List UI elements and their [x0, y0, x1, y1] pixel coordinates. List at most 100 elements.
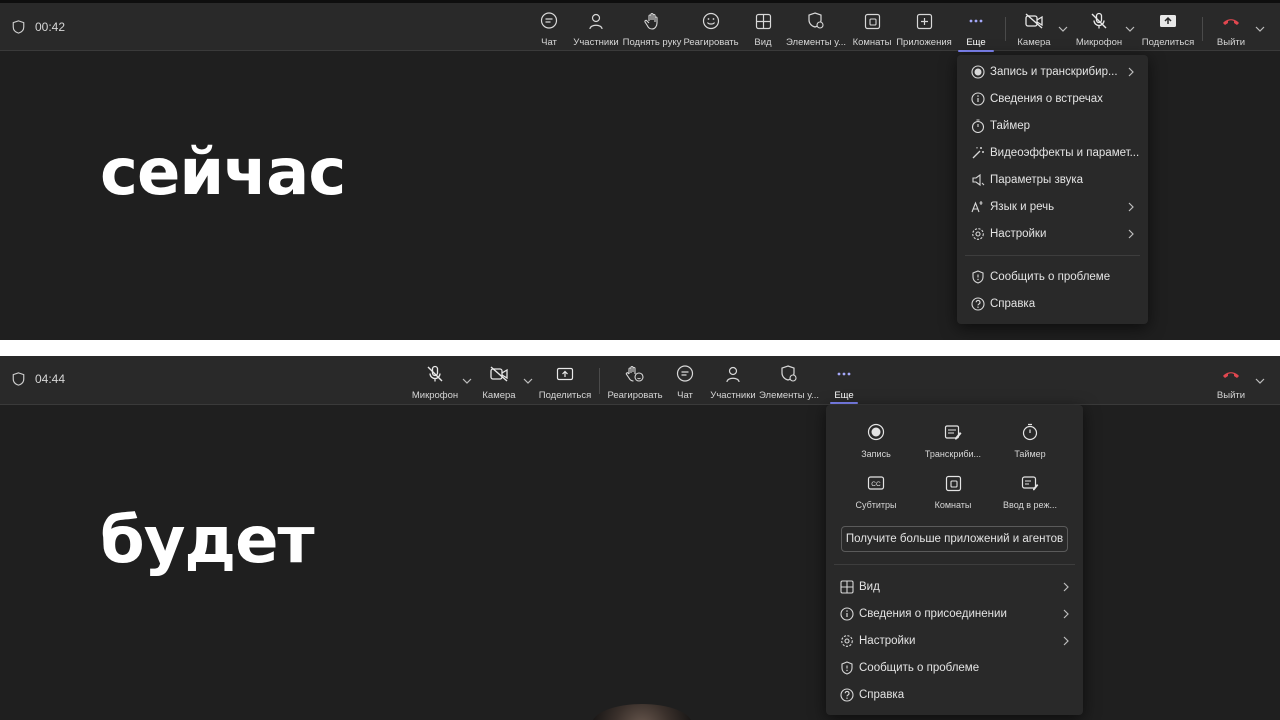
mic-off-icon: [1089, 11, 1109, 31]
shield-gear-icon: [806, 11, 826, 31]
menu-item-recording[interactable]: Запись и транскрибир...: [957, 58, 1148, 85]
menu-item-audio-settings[interactable]: Параметры звука: [957, 166, 1148, 193]
hand-smiley-icon: [625, 364, 645, 384]
grid-item-live-input[interactable]: Ввод в реж...: [990, 474, 1070, 510]
menu-item-report-problem[interactable]: Сообщить о проблеме: [826, 654, 1083, 681]
shield-icon: [12, 20, 25, 34]
elements-button[interactable]: Элементы у...: [786, 11, 846, 48]
timer-text: 04:44: [35, 372, 66, 386]
chat-button[interactable]: Чат: [532, 11, 566, 48]
menu-item-settings[interactable]: Настройки: [826, 627, 1083, 654]
person-icon: [586, 11, 606, 31]
get-more-apps-button[interactable]: Получите больше приложений и агентов: [841, 526, 1068, 552]
menu-item-view[interactable]: Вид: [826, 573, 1083, 600]
share-button[interactable]: Поделиться: [539, 364, 591, 401]
shield-icon: [971, 269, 985, 284]
menu-item-join-info[interactable]: Сведения о присоединении: [826, 600, 1083, 627]
share-button[interactable]: Поделиться: [1142, 11, 1194, 48]
chevron-right-icon: [1063, 609, 1069, 618]
apps-button[interactable]: Приложения: [896, 11, 952, 48]
shield-gear-icon: [779, 364, 799, 384]
grid-item-rooms[interactable]: Комнаты: [913, 474, 993, 510]
grid-item-timer[interactable]: Таймер: [990, 423, 1070, 459]
more-label: Еще: [966, 37, 986, 48]
chevron-right-icon: [1063, 636, 1069, 645]
camera-button[interactable]: Камера: [481, 364, 517, 401]
raise-hand-button[interactable]: Поднять руку: [622, 11, 682, 48]
meeting-window-top: 00:42 Чат Участники Поднять руку Реагиро…: [0, 0, 1280, 340]
menu-item-label: Таймер: [990, 119, 1031, 132]
more-label: Еще: [834, 390, 854, 401]
menu-divider: [965, 255, 1140, 256]
rooms-button[interactable]: Комнаты: [852, 11, 892, 48]
grid-item-label: Комнаты: [934, 500, 972, 510]
menu-item-label: Справка: [990, 297, 1036, 310]
caption-word: сейчас: [100, 136, 346, 210]
participants-button[interactable]: Участники: [573, 11, 619, 48]
menu-item-language-speech[interactable]: Язык и речь: [957, 193, 1148, 220]
chat-button[interactable]: Чат: [670, 364, 700, 401]
record-icon: [971, 64, 985, 79]
grid-item-recording[interactable]: Запись: [836, 423, 916, 459]
leave-options-chevron-icon[interactable]: [1255, 24, 1265, 34]
menu-item-timer[interactable]: Таймер: [957, 112, 1148, 139]
participants-label: Участники: [573, 37, 619, 48]
leave-label: Выйти: [1216, 37, 1246, 48]
grid-item-transcription[interactable]: Транскриби...: [913, 423, 993, 459]
elements-button[interactable]: Элементы у...: [759, 364, 819, 401]
leave-options-chevron-icon[interactable]: [1255, 376, 1265, 386]
camera-button[interactable]: Камера: [1016, 11, 1052, 48]
leave-button[interactable]: Выйти: [1214, 364, 1248, 401]
chat-label: Чат: [541, 37, 557, 48]
grid-item-label: Таймер: [1014, 449, 1046, 459]
menu-item-label: Вид: [859, 580, 880, 593]
microphone-button[interactable]: Микрофон: [412, 364, 458, 401]
participants-button[interactable]: Участники: [710, 364, 756, 401]
camera-options-chevron-icon[interactable]: [1058, 24, 1068, 34]
meeting-toolbar: 00:42 Чат Участники Поднять руку Реагиро…: [0, 0, 1280, 52]
info-icon: [840, 606, 854, 621]
mic-options-chevron-icon[interactable]: [462, 376, 472, 386]
menu-item-label: Сообщить о проблеме: [990, 270, 1111, 283]
more-options-menu: Запись и транскрибир... Сведения о встре…: [957, 55, 1148, 324]
share-screen-icon: [555, 364, 575, 384]
menu-item-meeting-info[interactable]: Сведения о встречах: [957, 85, 1148, 112]
leave-button[interactable]: Выйти: [1214, 11, 1248, 48]
microphone-button[interactable]: Микрофон: [1076, 11, 1122, 48]
participant-avatar: [592, 704, 692, 720]
meeting-toolbar: 04:44 Микрофон Камера Поделиться Реагиро…: [0, 356, 1280, 405]
camera-options-chevron-icon[interactable]: [523, 376, 533, 386]
menu-item-help[interactable]: Справка: [957, 290, 1148, 317]
view-button[interactable]: Вид: [748, 11, 778, 48]
raise-hand-label: Поднять руку: [622, 37, 682, 48]
active-tab-indicator: [958, 50, 994, 52]
screenshot-divider: [0, 340, 1280, 356]
shield-icon: [840, 660, 854, 675]
react-button[interactable]: Реагировать: [683, 11, 739, 48]
react-button[interactable]: Реагировать: [607, 364, 663, 401]
meeting-window-bottom: 04:44 Микрофон Камера Поделиться Реагиро…: [0, 356, 1280, 720]
grid-item-label: Субтитры: [855, 500, 897, 510]
mic-options-chevron-icon[interactable]: [1125, 24, 1135, 34]
menu-item-video-effects[interactable]: Видеоэффекты и парамет...: [957, 139, 1148, 166]
gear-icon: [840, 634, 854, 648]
chevron-right-icon: [1128, 67, 1134, 76]
menu-item-label: Сообщить о проблеме: [859, 661, 980, 674]
toolbar-separator: [1005, 17, 1006, 41]
speaker-icon: [971, 173, 985, 187]
grid-item-captions[interactable]: CC Субтитры: [836, 474, 916, 510]
more-options-menu: Запись Транскриби... Таймер CC Субтитры …: [826, 405, 1083, 715]
more-button[interactable]: Еще: [958, 11, 994, 48]
menu-item-report-problem[interactable]: Сообщить о проблеме: [957, 263, 1148, 290]
shield-icon: [12, 372, 25, 386]
menu-item-label: Сведения о встречах: [990, 92, 1103, 105]
meeting-timer: 04:44: [12, 372, 65, 386]
more-button[interactable]: Еще: [828, 364, 860, 401]
toolbar-separator: [599, 368, 600, 394]
mic-off-icon: [425, 364, 445, 384]
chat-label: Чат: [677, 390, 693, 401]
menu-item-settings[interactable]: Настройки: [957, 220, 1148, 247]
record-icon: [867, 423, 885, 441]
menu-item-help[interactable]: Справка: [826, 681, 1083, 708]
help-icon: [840, 687, 854, 702]
